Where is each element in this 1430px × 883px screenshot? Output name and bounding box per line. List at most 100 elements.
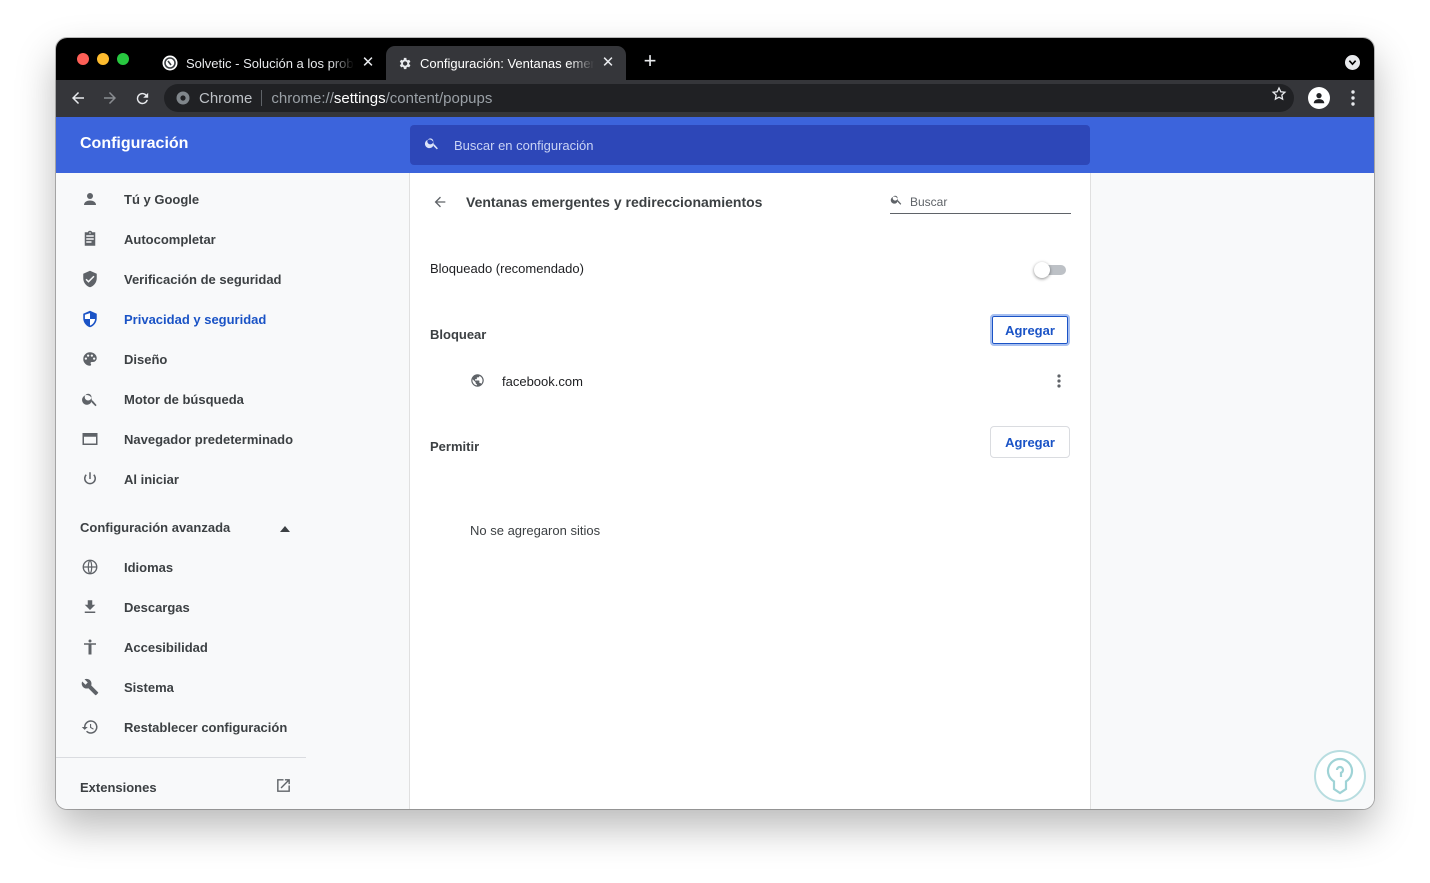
wrench-icon xyxy=(80,677,100,697)
search-icon xyxy=(890,193,903,211)
chrome-site-icon xyxy=(176,91,190,105)
open-in-new-icon xyxy=(275,777,292,797)
globe-icon xyxy=(80,557,100,577)
close-tab-icon[interactable]: ✕ xyxy=(360,55,376,71)
sidebar-item-tu-y-google[interactable]: Tú y Google xyxy=(80,187,199,211)
url-prefix: chrome:// xyxy=(271,89,334,107)
settings-search-input[interactable] xyxy=(454,137,1054,153)
add-block-site-button[interactable]: Agregar xyxy=(990,314,1070,346)
search-icon xyxy=(80,389,100,409)
power-icon xyxy=(80,469,100,489)
sidebar-item-label: Autocompletar xyxy=(124,231,216,247)
profile-avatar-icon[interactable] xyxy=(1308,87,1330,109)
sidebar-item-label: Sistema xyxy=(124,679,174,695)
subpage-search-field[interactable] xyxy=(890,190,1071,214)
url-path: /content/popups xyxy=(385,89,493,107)
tab-solvetic[interactable]: Solvetic - Solución a los problemas ✕ xyxy=(152,46,386,80)
sidebar-item-diseno[interactable]: Diseño xyxy=(80,347,167,371)
sidebar-item-label: Restablecer configuración xyxy=(124,719,288,735)
palette-icon xyxy=(80,349,100,369)
sidebar-item-label: Verificación de seguridad xyxy=(124,271,282,287)
popups-settings-card: Ventanas emergentes y redireccionamiento… xyxy=(409,173,1091,809)
solvetic-logo-icon xyxy=(1314,750,1366,802)
person-icon xyxy=(80,189,100,209)
sidebar-item-label: Descargas xyxy=(124,599,190,615)
block-section-label: Bloquear xyxy=(430,327,487,342)
back-arrow-icon[interactable] xyxy=(68,88,88,108)
blocked-site-row: facebook.com xyxy=(470,369,1070,393)
sidebar-item-idiomas[interactable]: Idiomas xyxy=(80,555,173,579)
advanced-settings-label: Configuración avanzada xyxy=(80,520,231,535)
browser-window: Solvetic - Solución a los problemas ✕ Co… xyxy=(56,38,1374,809)
sidebar-item-label: Al iniciar xyxy=(124,471,179,487)
forward-arrow-icon[interactable] xyxy=(100,88,120,108)
settings-title: Configuración xyxy=(80,135,189,152)
settings-header: Configuración xyxy=(56,117,1374,173)
settings-search-box[interactable] xyxy=(410,125,1090,165)
search-icon xyxy=(424,135,440,156)
advanced-settings-toggle[interactable]: Configuración avanzada xyxy=(80,520,290,535)
sidebar-item-privacidad-seguridad[interactable]: Privacidad y seguridad xyxy=(80,307,266,331)
clipboard-icon xyxy=(80,229,100,249)
sidebar-item-descargas[interactable]: Descargas xyxy=(80,595,190,619)
more-vertical-icon[interactable] xyxy=(1049,371,1069,391)
blocked-site-name: facebook.com xyxy=(502,373,583,389)
origin-chip: Chrome xyxy=(199,89,253,107)
minimize-window-button[interactable] xyxy=(97,53,109,65)
gear-icon xyxy=(396,55,412,71)
tab-title: Configuración: Ventanas emergentes xyxy=(420,55,594,71)
toggle-knob xyxy=(1034,262,1050,278)
tab-search-icon[interactable] xyxy=(1345,55,1360,70)
browser-toolbar: Chrome chrome://settings/content/popups xyxy=(56,80,1374,117)
history-icon xyxy=(80,717,100,737)
extensions-link[interactable]: Extensiones xyxy=(80,777,292,797)
sidebar-item-autocompletar[interactable]: Autocompletar xyxy=(80,227,216,251)
settings-sidebar: Tú y Google Autocompletar Verificación d… xyxy=(56,173,409,809)
globe-icon xyxy=(470,373,486,389)
download-icon xyxy=(80,597,100,617)
page-title: Ventanas emergentes y redireccionamiento… xyxy=(466,194,763,210)
sidebar-item-sistema[interactable]: Sistema xyxy=(80,675,174,699)
browser-window-icon xyxy=(80,429,100,449)
sidebar-item-label: Tú y Google xyxy=(124,191,200,207)
bookmark-star-icon[interactable] xyxy=(1269,84,1289,104)
subpage-search-input[interactable] xyxy=(910,194,1060,209)
address-bar[interactable]: Chrome chrome://settings/content/popups xyxy=(164,84,1294,112)
shield-check-icon xyxy=(80,269,100,289)
sidebar-item-accesibilidad[interactable]: Accesibilidad xyxy=(80,635,208,659)
add-allow-site-button[interactable]: Agregar xyxy=(990,426,1070,458)
sidebar-item-al-iniciar[interactable]: Al iniciar xyxy=(80,467,179,491)
extensions-label: Extensiones xyxy=(80,779,157,795)
sidebar-item-label: Diseño xyxy=(124,351,168,367)
sidebar-divider xyxy=(56,757,306,758)
reload-icon[interactable] xyxy=(132,88,152,108)
allow-section-label: Permitir xyxy=(430,439,480,454)
chevron-up-icon xyxy=(280,520,290,535)
url-host: settings xyxy=(333,89,386,107)
sidebar-item-restablecer[interactable]: Restablecer configuración xyxy=(80,715,287,739)
sidebar-item-label: Idiomas xyxy=(124,559,174,575)
back-arrow-icon[interactable] xyxy=(430,192,450,212)
sidebar-item-navegador-predeterminado[interactable]: Navegador predeterminado xyxy=(80,427,293,451)
sidebar-item-motor-busqueda[interactable]: Motor de búsqueda xyxy=(80,387,244,411)
close-tab-icon[interactable]: ✕ xyxy=(600,55,616,71)
solvetic-favicon-icon xyxy=(162,55,178,71)
more-vertical-icon[interactable] xyxy=(1343,88,1363,108)
sidebar-item-label: Privacidad y seguridad xyxy=(124,311,267,327)
tab-title: Solvetic - Solución a los problemas xyxy=(186,55,354,71)
blocked-toggle[interactable] xyxy=(1034,262,1068,278)
tab-strip: Solvetic - Solución a los problemas ✕ Co… xyxy=(56,38,1374,80)
sidebar-item-label: Motor de búsqueda xyxy=(124,391,244,407)
sidebar-item-label: Navegador predeterminado xyxy=(124,431,294,447)
blocked-recommended-label: Bloqueado (recomendado) xyxy=(430,261,584,276)
privacy-shield-icon xyxy=(80,309,100,329)
maximize-window-button[interactable] xyxy=(117,53,129,65)
accessibility-icon xyxy=(80,637,100,657)
new-tab-button[interactable]: + xyxy=(640,50,660,72)
sidebar-item-verificacion-seguridad[interactable]: Verificación de seguridad xyxy=(80,267,282,291)
omnibox-separator xyxy=(261,90,263,106)
no-sites-text: No se agregaron sitios xyxy=(470,523,601,538)
tab-configuracion[interactable]: Configuración: Ventanas emergentes ✕ xyxy=(386,46,626,80)
close-window-button[interactable] xyxy=(77,53,89,65)
sidebar-item-label: Accesibilidad xyxy=(124,639,208,655)
